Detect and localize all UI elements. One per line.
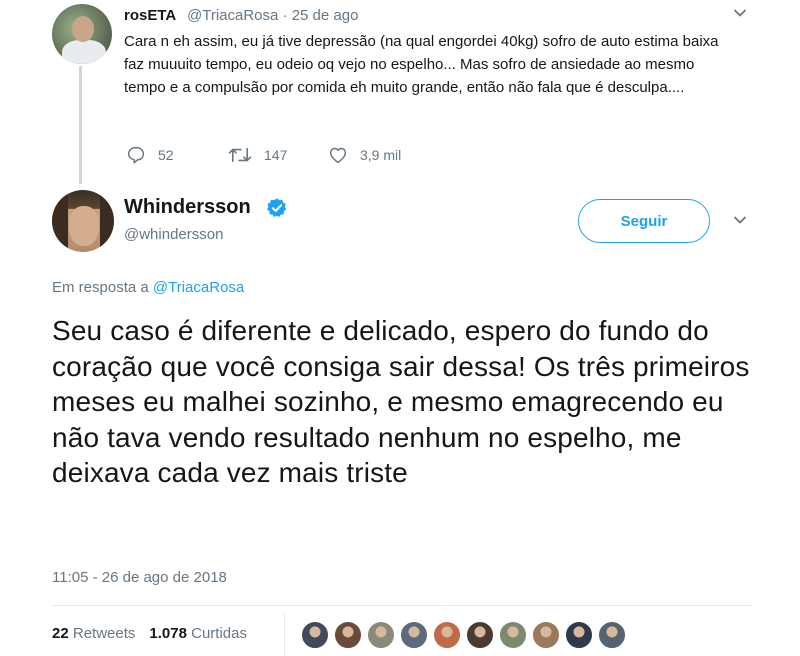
like-button[interactable]: 3,9 mil (328, 146, 401, 164)
retweets-stat[interactable]: 22 Retweets (52, 625, 135, 642)
retweets-stat-count: 22 (52, 625, 69, 642)
reply-icon (127, 146, 145, 164)
parent-author-name[interactable]: rosETA (124, 7, 176, 24)
like-count: 3,9 mil (360, 147, 402, 163)
parent-handle-text: @TriacaRosa (187, 7, 279, 24)
parent-avatar[interactable] (52, 4, 112, 64)
parent-date[interactable]: · 25 de ago (283, 7, 359, 24)
tweet-timestamp[interactable]: 11:05 - 26 de ago de 2018 (52, 569, 227, 586)
parent-tweet-text: Cara n eh assim, eu já tive depressão (n… (124, 33, 719, 96)
liker-avatar[interactable] (432, 620, 462, 650)
main-author-handle[interactable]: @whindersson (124, 226, 223, 243)
liker-avatar[interactable] (498, 620, 528, 650)
chevron-down-icon[interactable] (733, 6, 747, 24)
main-tweet-text: Seu caso é diferente e delicado, espero … (52, 315, 750, 488)
main-author-name[interactable]: Whindersson (124, 196, 251, 219)
verified-badge-icon (266, 197, 288, 224)
divider (52, 605, 752, 606)
liker-avatar[interactable] (564, 620, 594, 650)
reply-prefix: Em resposta a (52, 279, 149, 296)
liker-avatar[interactable] (531, 620, 561, 650)
stats-separator (284, 612, 285, 656)
likes-stat-count: 1.078 (149, 625, 187, 642)
liker-avatar[interactable] (399, 620, 429, 650)
reply-context: Em resposta a @TriacaRosa (52, 279, 244, 296)
likes-stat[interactable]: 1.078 Curtidas (149, 625, 247, 642)
reply-to-link[interactable]: @TriacaRosa (153, 279, 244, 296)
reply-button[interactable]: 52 (126, 146, 174, 164)
parent-author-handle[interactable]: @TriacaRosa · 25 de ago (187, 7, 358, 24)
thread-line (79, 66, 82, 184)
liker-avatar[interactable] (597, 620, 627, 650)
liker-avatar[interactable] (366, 620, 396, 650)
retweets-stat-label: Retweets (72, 625, 136, 642)
retweet-count: 147 (264, 147, 288, 163)
liker-avatar[interactable] (333, 620, 363, 650)
reply-count: 52 (158, 147, 174, 163)
chevron-down-icon[interactable] (733, 213, 747, 231)
liker-avatar[interactable] (300, 620, 330, 650)
liker-avatar[interactable] (465, 620, 495, 650)
retweet-button[interactable]: 147 (228, 146, 287, 164)
like-icon (329, 147, 347, 164)
tweet-stats: 22 Retweets 1.078 Curtidas (52, 625, 247, 642)
likes-stat-label: Curtidas (191, 625, 247, 642)
retweet-icon (228, 147, 252, 163)
follow-button[interactable]: Seguir (578, 199, 710, 243)
main-avatar[interactable] (52, 190, 114, 252)
